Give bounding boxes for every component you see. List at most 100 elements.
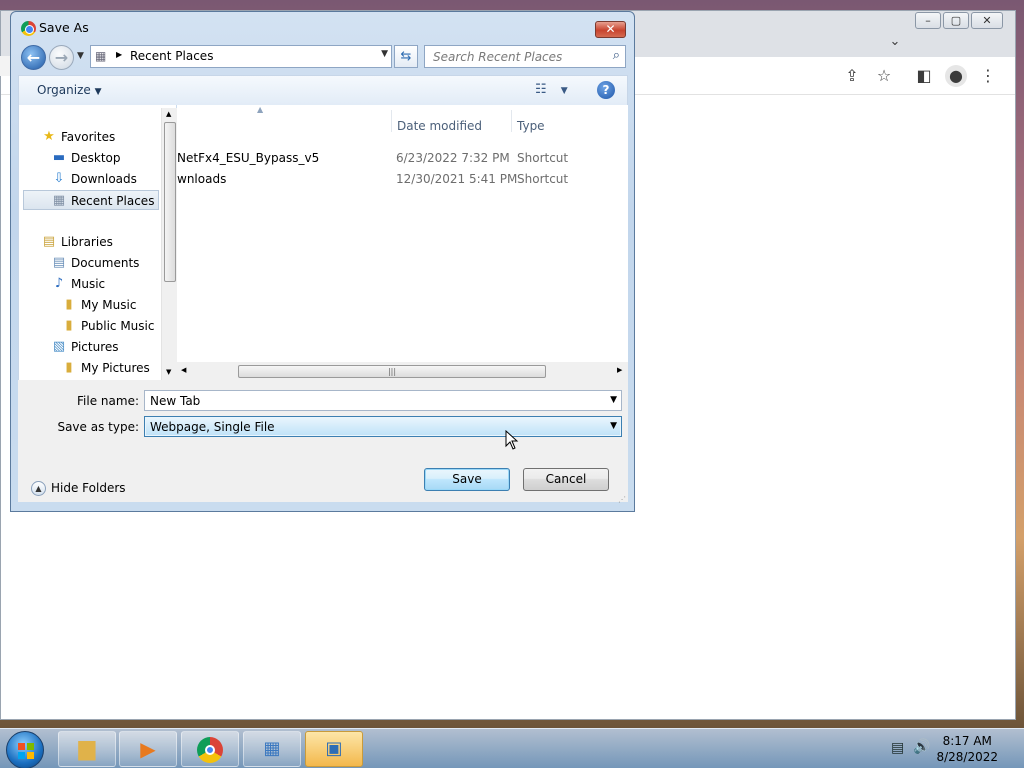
back-button[interactable]: ← bbox=[21, 45, 46, 70]
sidebar-item-label: Documents bbox=[71, 256, 140, 270]
explorer-taskbar-button[interactable]: ▆ bbox=[58, 731, 116, 767]
windows-logo-icon bbox=[18, 743, 34, 759]
star-icon: ★ bbox=[43, 129, 55, 144]
save-type-select[interactable]: Webpage, Single File ▼ bbox=[144, 416, 622, 437]
organize-dropdown-icon: ▼ bbox=[94, 87, 102, 97]
command-bar: Organize ▼ ☷ ▼ ? bbox=[18, 75, 628, 105]
profile-icon[interactable]: ● bbox=[945, 65, 967, 87]
save-type-value: Webpage, Single File bbox=[150, 420, 275, 434]
dialog-close-button[interactable]: ✕ bbox=[595, 21, 626, 38]
maximize-button[interactable]: ▢ bbox=[943, 12, 969, 29]
save-type-dropdown-icon[interactable]: ▼ bbox=[610, 421, 617, 431]
sidebar-item-label: Music bbox=[71, 277, 106, 291]
file-horizontal-scrollbar[interactable]: ◀ ||| ▶ bbox=[177, 362, 628, 380]
file-type: Shortcut bbox=[517, 151, 569, 165]
chrome-icon bbox=[21, 21, 36, 36]
libraries-icon: ▤ bbox=[42, 234, 56, 249]
media-player-taskbar-button[interactable]: ▶ bbox=[119, 731, 177, 767]
sidebar-item-label: Downloads bbox=[71, 172, 137, 186]
clock-date: 8/28/2022 bbox=[936, 750, 998, 764]
breadcrumb[interactable]: Recent Places bbox=[130, 49, 213, 63]
hide-folders-label: Hide Folders bbox=[51, 481, 126, 495]
file-name-field[interactable]: New Tab ▼ bbox=[144, 390, 622, 411]
forward-button[interactable]: → bbox=[49, 45, 74, 70]
clock[interactable]: 8:17 AM 8/28/2022 bbox=[936, 733, 998, 765]
resize-grip-icon[interactable]: ⋰ bbox=[618, 495, 626, 504]
file-scroll-thumb[interactable]: ||| bbox=[238, 365, 546, 378]
organize-label: Organize bbox=[37, 83, 91, 97]
dialog-title: Save As bbox=[39, 20, 89, 35]
column-header-date[interactable]: Date modified bbox=[397, 119, 482, 133]
recent-places-icon: ▦ bbox=[52, 193, 66, 208]
taskbar: ▆ ▶ ▦ ▣ ▤ 🔊 8:17 AM 8/28/2022 bbox=[0, 728, 1024, 768]
location-icon: ▦ bbox=[95, 49, 107, 63]
collapse-icon: ▲ bbox=[31, 481, 46, 496]
file-name-label: File name: bbox=[77, 394, 139, 408]
side-panel-icon[interactable]: ◧ bbox=[913, 65, 935, 87]
documents-icon: ▤ bbox=[52, 255, 66, 270]
breadcrumb-arrow-icon[interactable]: ▶ bbox=[116, 50, 122, 59]
view-options-button[interactable]: ☷ ▼ bbox=[535, 82, 568, 97]
minimize-button[interactable]: – bbox=[915, 12, 941, 29]
share-icon[interactable]: ⇪ bbox=[841, 65, 863, 87]
remote-desktop-taskbar-button[interactable]: ▣ bbox=[305, 731, 363, 767]
sidebar-item-recent-places[interactable]: ▦ Recent Places bbox=[23, 190, 159, 210]
tab-search-icon[interactable]: ⌄ bbox=[884, 31, 906, 53]
sort-arrow-icon: ▲ bbox=[257, 105, 264, 114]
mouse-cursor-icon bbox=[505, 430, 519, 450]
organize-button[interactable]: Organize ▼ bbox=[37, 83, 102, 97]
column-header-type[interactable]: Type bbox=[517, 119, 545, 133]
system-tray: ▤ 🔊 8:17 AM 8/28/2022 bbox=[885, 729, 1024, 768]
volume-icon[interactable]: 🔊 bbox=[913, 739, 930, 755]
network-icon[interactable]: ▤ bbox=[891, 740, 904, 756]
control-panel-taskbar-button[interactable]: ▦ bbox=[243, 731, 301, 767]
file-row[interactable]: NetFx4_ESU_Bypass_v5 6/23/2022 7:32 PM S… bbox=[177, 148, 628, 168]
refresh-icon: ⇆ bbox=[400, 49, 412, 64]
desktop-edge bbox=[0, 56, 10, 76]
folder-icon: ▆ bbox=[78, 736, 96, 761]
chrome-icon bbox=[197, 737, 223, 763]
search-input[interactable]: Search Recent Places ⌕ bbox=[424, 45, 626, 68]
cancel-button[interactable]: Cancel bbox=[523, 468, 609, 491]
music-icon: ♪ bbox=[54, 276, 64, 291]
computer-icon: ▣ bbox=[325, 738, 343, 759]
file-type: Shortcut bbox=[517, 172, 569, 186]
clock-time: 8:17 AM bbox=[942, 734, 992, 748]
scroll-down-icon[interactable]: ▼ bbox=[166, 368, 171, 376]
close-button[interactable]: ✕ bbox=[971, 12, 1003, 29]
nav-vertical-scrollbar[interactable]: ▲ ▼ bbox=[161, 108, 177, 380]
sidebar-item-label: Desktop bbox=[71, 151, 121, 165]
search-placeholder: Search Recent Places bbox=[433, 50, 563, 64]
scroll-left-icon[interactable]: ◀ bbox=[181, 366, 186, 374]
nav-scroll-thumb[interactable] bbox=[164, 122, 176, 282]
downloads-icon: ⇩ bbox=[53, 171, 65, 186]
bookmark-star-icon[interactable]: ☆ bbox=[873, 65, 895, 87]
scroll-right-icon[interactable]: ▶ bbox=[617, 366, 622, 374]
folder-icon: ▮ bbox=[65, 360, 73, 375]
refresh-button[interactable]: ⇆ bbox=[394, 45, 418, 68]
file-name-dropdown-icon[interactable]: ▼ bbox=[610, 395, 617, 405]
save-button[interactable]: Save bbox=[424, 468, 510, 491]
sidebar-item-label: Pictures bbox=[71, 340, 119, 354]
folder-icon: ▮ bbox=[65, 297, 73, 312]
save-type-label: Save as type: bbox=[57, 420, 139, 434]
column-divider bbox=[391, 110, 392, 132]
sidebar-item-label: Recent Places bbox=[71, 194, 155, 208]
file-name-value: New Tab bbox=[150, 394, 201, 408]
sidebar-item-label: Public Music bbox=[81, 319, 155, 333]
navigation-pane: ★ Favorites ▬ Desktop ⇩ Downloads ▦ Recent Plac… bbox=[18, 105, 176, 380]
file-name: wnloads bbox=[177, 172, 227, 186]
desktop-icon: ▬ bbox=[52, 150, 66, 165]
save-as-dialog: Save As ✕ ← → ▼ ▦ ▶ Recent Places ▼ ⇆ Se… bbox=[10, 11, 635, 512]
menu-icon[interactable]: ⋮ bbox=[977, 65, 999, 87]
address-dropdown-icon[interactable]: ▼ bbox=[381, 49, 388, 59]
address-bar[interactable]: ▦ ▶ Recent Places ▼ bbox=[90, 45, 392, 68]
recent-pages-dropdown-icon[interactable]: ▼ bbox=[77, 51, 84, 61]
scroll-up-icon[interactable]: ▲ bbox=[166, 110, 171, 118]
help-icon[interactable]: ? bbox=[597, 81, 615, 99]
view-details-icon: ☷ bbox=[535, 82, 547, 97]
start-button[interactable] bbox=[6, 731, 44, 768]
chrome-taskbar-button[interactable] bbox=[181, 731, 239, 767]
back-arrow-icon: ← bbox=[26, 48, 41, 67]
file-row[interactable]: wnloads 12/30/2021 5:41 PM Shortcut bbox=[177, 169, 628, 189]
